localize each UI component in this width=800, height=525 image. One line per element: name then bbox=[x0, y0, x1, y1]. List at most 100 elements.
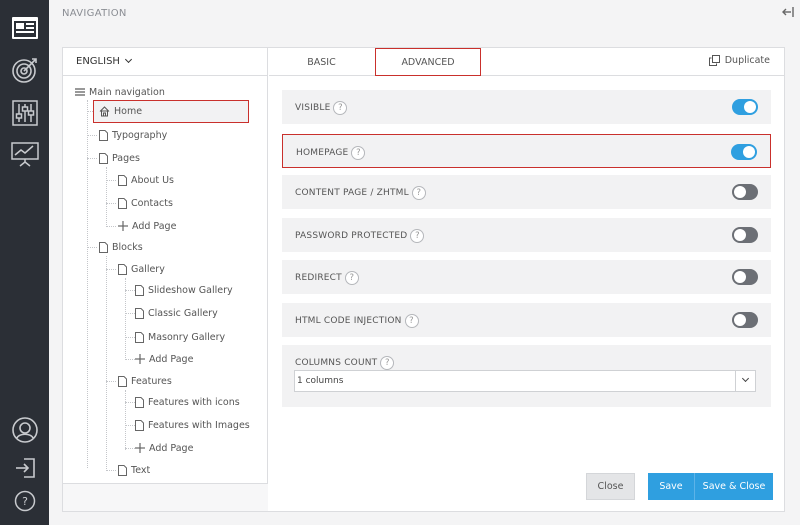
setting-redirect: REDIRECT? bbox=[282, 260, 771, 294]
help-tooltip-icon[interactable]: ? bbox=[380, 356, 395, 370]
setting-visible: VISIBLE? bbox=[282, 90, 771, 124]
tree-item-label: Pages bbox=[112, 152, 140, 164]
target-button[interactable] bbox=[0, 50, 49, 90]
tree-item-label: Features with Images bbox=[148, 419, 250, 431]
content-button[interactable] bbox=[0, 8, 49, 48]
save-and-close-button[interactable]: Save & Close bbox=[695, 473, 773, 500]
help-tooltip-icon[interactable]: ? bbox=[344, 271, 359, 285]
html-injection-toggle[interactable] bbox=[732, 312, 758, 328]
tree-item-label: Gallery bbox=[131, 263, 165, 275]
tree-item-features-with-icons[interactable]: Features with icons bbox=[135, 394, 240, 410]
tree-item-blocks[interactable]: Blocks bbox=[99, 239, 143, 255]
setting-password-protected: PASSWORD PROTECTED? bbox=[282, 218, 771, 252]
tree-item-slideshow-gallery[interactable]: Slideshow Gallery bbox=[135, 282, 233, 298]
setting-label: CONTENT PAGE / ZHTML bbox=[295, 188, 409, 198]
tree-item-label: Home bbox=[114, 106, 143, 117]
setting-label: VISIBLE bbox=[295, 103, 331, 113]
avatar-icon bbox=[11, 417, 38, 443]
help-tooltip-icon[interactable]: ? bbox=[404, 314, 419, 328]
tree-connector bbox=[125, 337, 135, 338]
add-page-button[interactable]: Add Page bbox=[118, 218, 176, 234]
left-rail: ? bbox=[0, 0, 49, 525]
tree-connector bbox=[87, 100, 88, 468]
page-icon bbox=[135, 307, 144, 319]
homepage-toggle[interactable] bbox=[731, 144, 757, 160]
tree-footer bbox=[63, 483, 268, 511]
target-icon bbox=[11, 58, 37, 83]
tree-item-label: Slideshow Gallery bbox=[148, 284, 233, 296]
tree-connector bbox=[106, 203, 116, 204]
setting-content-page: CONTENT PAGE / ZHTML? bbox=[282, 175, 771, 209]
plus-icon bbox=[135, 443, 145, 453]
tree-item-classic-gallery[interactable]: Classic Gallery bbox=[135, 305, 218, 321]
close-button[interactable]: Close bbox=[586, 473, 635, 500]
tree-item-pages[interactable]: Pages bbox=[99, 150, 140, 166]
page-icon bbox=[118, 464, 127, 476]
sliders-button[interactable] bbox=[0, 93, 49, 133]
add-page-button[interactable]: Add Page bbox=[135, 440, 193, 456]
save-button[interactable]: Save bbox=[648, 473, 695, 500]
duplicate-button[interactable]: Duplicate bbox=[708, 55, 770, 66]
help-tooltip-icon[interactable]: ? bbox=[333, 101, 348, 115]
tree-item-contacts[interactable]: Contacts bbox=[118, 195, 173, 211]
help-tooltip-icon[interactable]: ? bbox=[410, 229, 425, 243]
page-icon bbox=[118, 263, 127, 275]
page-icon bbox=[99, 129, 108, 141]
tree-item-gallery[interactable]: Gallery bbox=[118, 261, 165, 277]
page-icon bbox=[99, 152, 108, 164]
setting-label: REDIRECT bbox=[295, 273, 342, 283]
tree-connector bbox=[87, 247, 97, 248]
tree-connector bbox=[125, 359, 135, 360]
setting-columns-count: COLUMNS COUNT? 1 columns bbox=[282, 345, 771, 407]
copy-icon bbox=[708, 55, 720, 66]
tree-item-label: Classic Gallery bbox=[148, 307, 218, 319]
presentation-button[interactable] bbox=[0, 134, 49, 174]
tree-root-label: Main navigation bbox=[89, 86, 165, 98]
tree-item-label: Masonry Gallery bbox=[148, 331, 226, 343]
tree-item-label: Features bbox=[131, 375, 172, 387]
columns-select[interactable]: 1 columns bbox=[294, 370, 756, 392]
content-page-toggle[interactable] bbox=[732, 184, 758, 200]
sliders-icon bbox=[11, 100, 38, 126]
tree-connector bbox=[125, 390, 126, 450]
redirect-toggle[interactable] bbox=[732, 269, 758, 285]
plus-icon bbox=[118, 221, 128, 231]
language-select[interactable]: ENGLISH bbox=[63, 48, 268, 76]
help-icon: ? bbox=[14, 490, 35, 512]
tree-item-text[interactable]: Text bbox=[118, 462, 150, 478]
tree-item-masonry-gallery[interactable]: Masonry Gallery bbox=[135, 329, 225, 345]
tree-item-label: Contacts bbox=[131, 197, 173, 209]
tree-item-about-us[interactable]: About Us bbox=[118, 172, 174, 188]
tab-basic[interactable]: BASIC bbox=[269, 48, 374, 76]
chevron-down-icon bbox=[124, 55, 132, 64]
password-toggle[interactable] bbox=[732, 227, 758, 243]
page-tree: ENGLISH Main navigation Home Typography … bbox=[63, 48, 268, 511]
tree-item-label: Typography bbox=[112, 129, 168, 141]
visible-toggle[interactable] bbox=[732, 99, 758, 115]
add-page-label: Add Page bbox=[149, 442, 194, 454]
page-icon bbox=[135, 284, 144, 296]
tree-connector bbox=[125, 290, 135, 291]
help-tooltip-icon[interactable]: ? bbox=[351, 146, 366, 160]
avatar-button[interactable] bbox=[0, 410, 49, 450]
tree-item-label: About Us bbox=[131, 174, 175, 186]
collapse-icon bbox=[782, 7, 794, 17]
tree-item-features-with-images[interactable]: Features with Images bbox=[135, 417, 250, 433]
tree-item-features[interactable]: Features bbox=[118, 373, 172, 389]
help-tooltip-icon[interactable]: ? bbox=[411, 186, 426, 200]
tree-item-typography[interactable]: Typography bbox=[99, 127, 167, 143]
tab-advanced[interactable]: ADVANCED bbox=[375, 48, 481, 76]
tree-connector bbox=[106, 381, 116, 382]
tree-item-label: Features with icons bbox=[148, 396, 240, 408]
collapse-button[interactable] bbox=[780, 4, 796, 20]
page-icon bbox=[99, 241, 108, 253]
chevron-down-icon bbox=[735, 371, 755, 391]
tree-item-home[interactable]: Home bbox=[93, 100, 249, 123]
add-page-button[interactable]: Add Page bbox=[135, 351, 193, 367]
tree-root[interactable]: Main navigation bbox=[75, 84, 165, 100]
help-button[interactable]: ? bbox=[0, 481, 49, 521]
settings-tabs: BASIC ADVANCED Duplicate bbox=[269, 48, 785, 76]
tree-connector bbox=[125, 448, 135, 449]
page-icon bbox=[118, 174, 127, 186]
tree-connector bbox=[87, 135, 97, 136]
